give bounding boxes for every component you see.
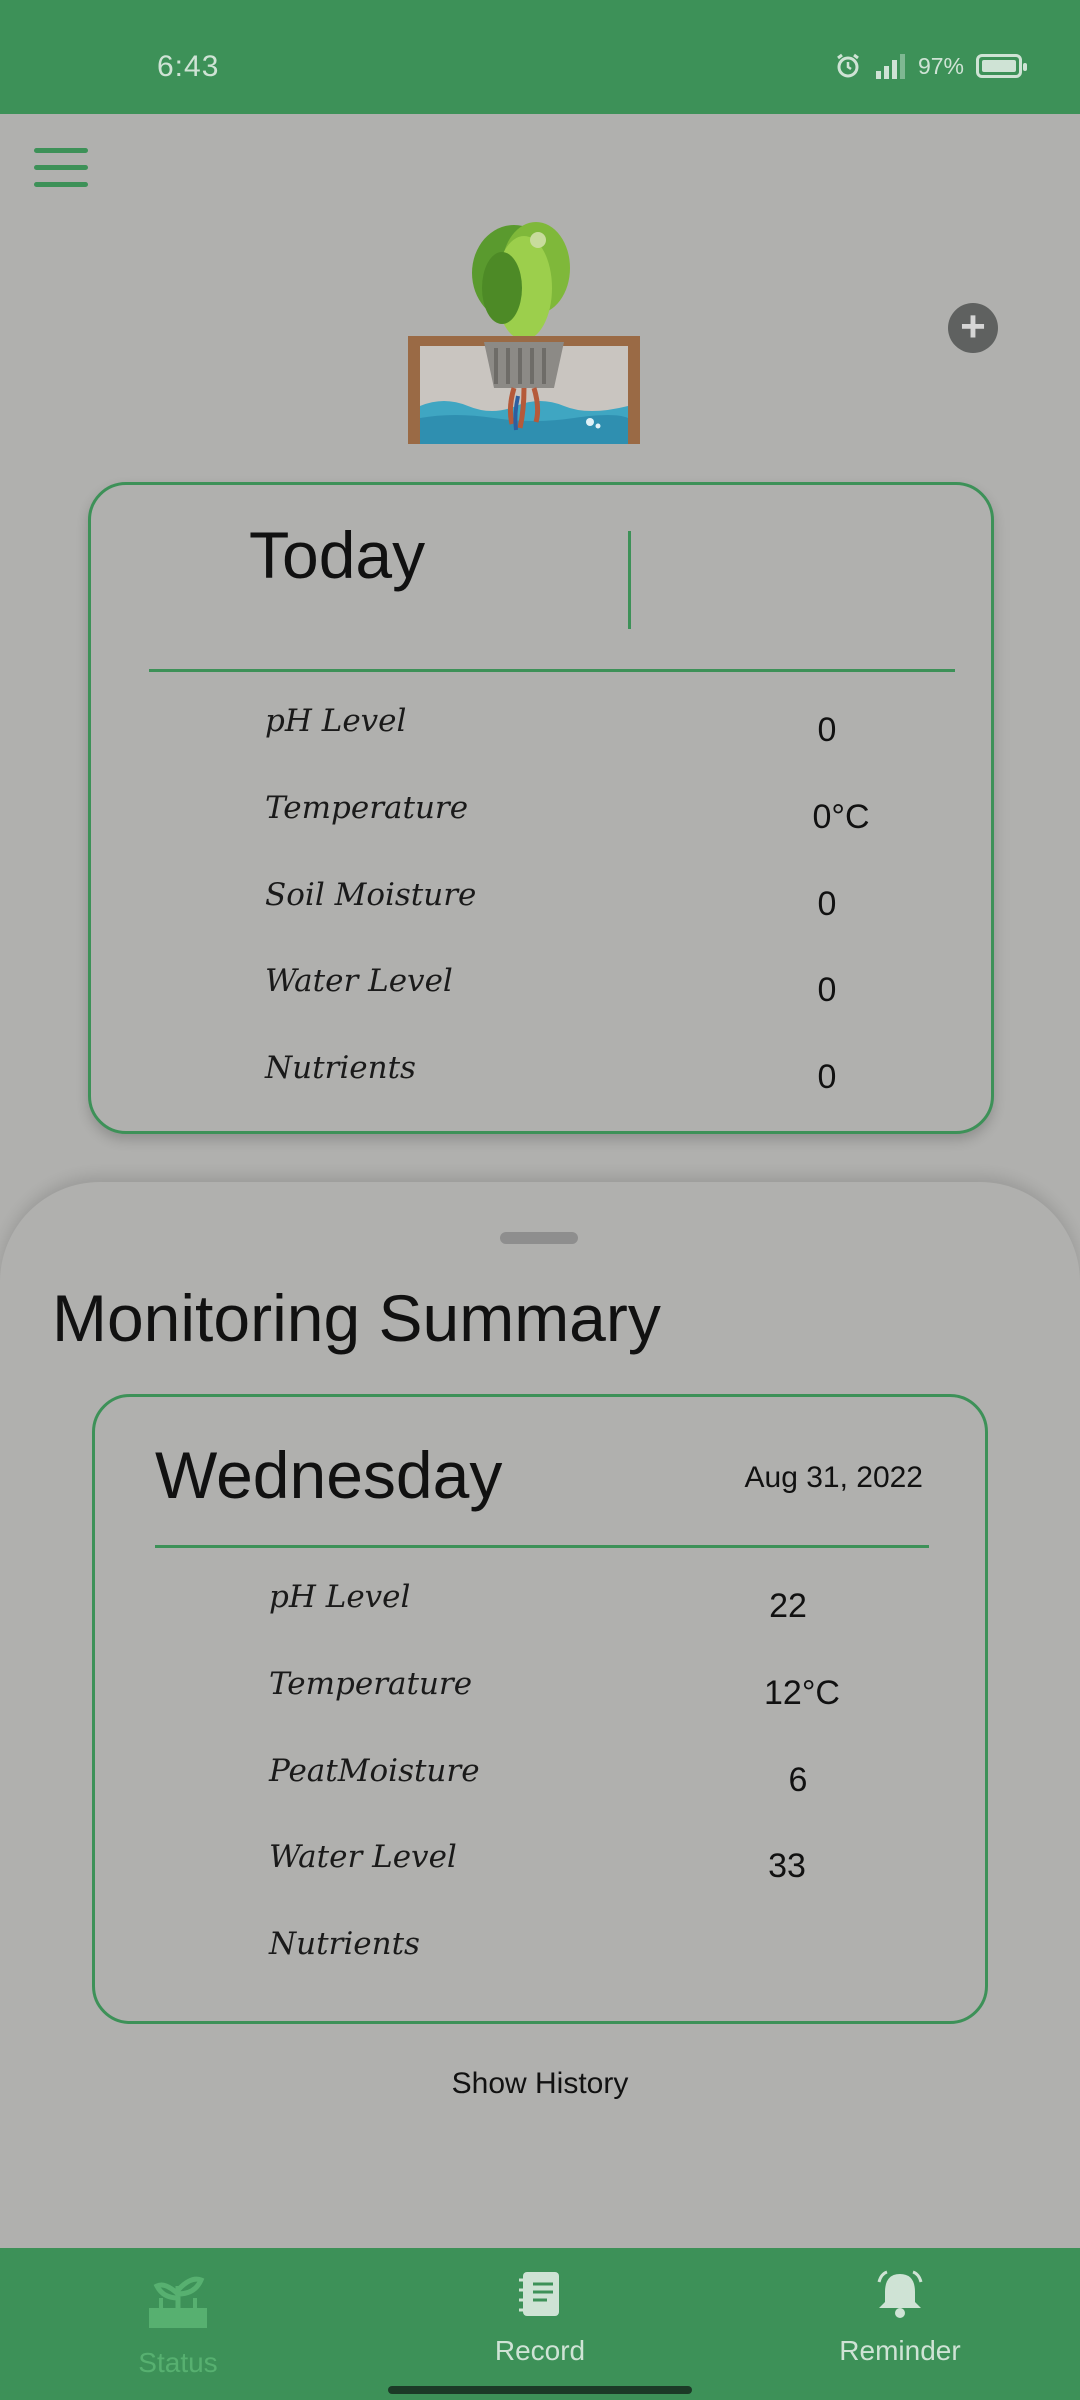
nav-record[interactable]: Record xyxy=(440,2268,640,2367)
menu-icon[interactable] xyxy=(34,148,88,188)
nav-reminder-label: Reminder xyxy=(839,2335,961,2366)
today-row-label: Nutrients xyxy=(265,1050,416,1086)
today-row-value: 0 xyxy=(817,711,837,749)
summary-row-label: PeatMoisture xyxy=(269,1753,480,1789)
day-date: Aug 31, 2022 xyxy=(744,1461,924,1494)
battery-percent: 97% xyxy=(917,52,964,79)
show-history-link[interactable]: Show History xyxy=(0,2067,1080,2101)
today-row-value: 0°C xyxy=(812,798,870,836)
notebook-icon xyxy=(519,2272,559,2316)
today-card: Today pH Level 0 Temperature 0°C Soil Mo… xyxy=(88,482,994,1134)
gesture-bar[interactable] xyxy=(388,2386,692,2394)
today-row-value: 0 xyxy=(817,885,837,923)
today-row-value: 0 xyxy=(817,971,837,1009)
bell-icon xyxy=(877,2270,923,2318)
alarm-icon xyxy=(837,53,859,78)
summary-row-value: 12°C xyxy=(764,1674,840,1712)
today-row-value: 0 xyxy=(817,1058,837,1096)
status-time: 6:43 xyxy=(157,50,220,83)
bottom-nav: Status Record Reminder xyxy=(0,2248,1080,2400)
horizontal-divider xyxy=(155,1545,929,1548)
summary-row-value: 22 xyxy=(769,1587,807,1625)
add-button[interactable]: + xyxy=(948,303,998,353)
plant-icon xyxy=(149,2276,207,2328)
nav-status-label: Status xyxy=(138,2347,218,2378)
vertical-divider xyxy=(628,531,631,629)
summary-card: Wednesday Aug 31, 2022 pH Level 22 Tempe… xyxy=(92,1394,988,2024)
hydroponic-plant-logo xyxy=(408,222,640,444)
summary-row-value: 33 xyxy=(768,1847,806,1885)
drag-handle[interactable] xyxy=(500,1232,578,1244)
horizontal-divider xyxy=(149,669,955,672)
nav-status[interactable]: Status xyxy=(78,2268,278,2379)
nav-record-label: Record xyxy=(494,2335,586,2366)
today-row-label: pH Level xyxy=(265,703,407,739)
status-icons: 97% xyxy=(834,52,1027,80)
summary-row-label: pH Level xyxy=(269,1579,411,1615)
day-title: Wednesday xyxy=(155,1438,503,1512)
summary-row-label: Nutrients xyxy=(269,1926,420,1962)
today-row-label: Soil Moisture xyxy=(265,877,477,913)
signal-icon xyxy=(875,54,905,79)
status-bar: 6:43 97% xyxy=(0,0,1080,114)
today-title: Today xyxy=(249,518,426,592)
nav-reminder[interactable]: Reminder xyxy=(800,2268,1000,2367)
battery-icon xyxy=(976,54,1027,78)
today-row-label: Temperature xyxy=(265,790,469,826)
summary-row-label: Temperature xyxy=(269,1666,473,1702)
monitoring-summary-sheet[interactable]: Monitoring Summary Wednesday Aug 31, 202… xyxy=(0,1182,1080,2248)
sheet-title: Monitoring Summary xyxy=(52,1281,661,1355)
summary-row-label: Water Level xyxy=(269,1839,457,1875)
summary-row-value: 6 xyxy=(788,1761,808,1799)
today-row-label: Water Level xyxy=(265,963,453,999)
